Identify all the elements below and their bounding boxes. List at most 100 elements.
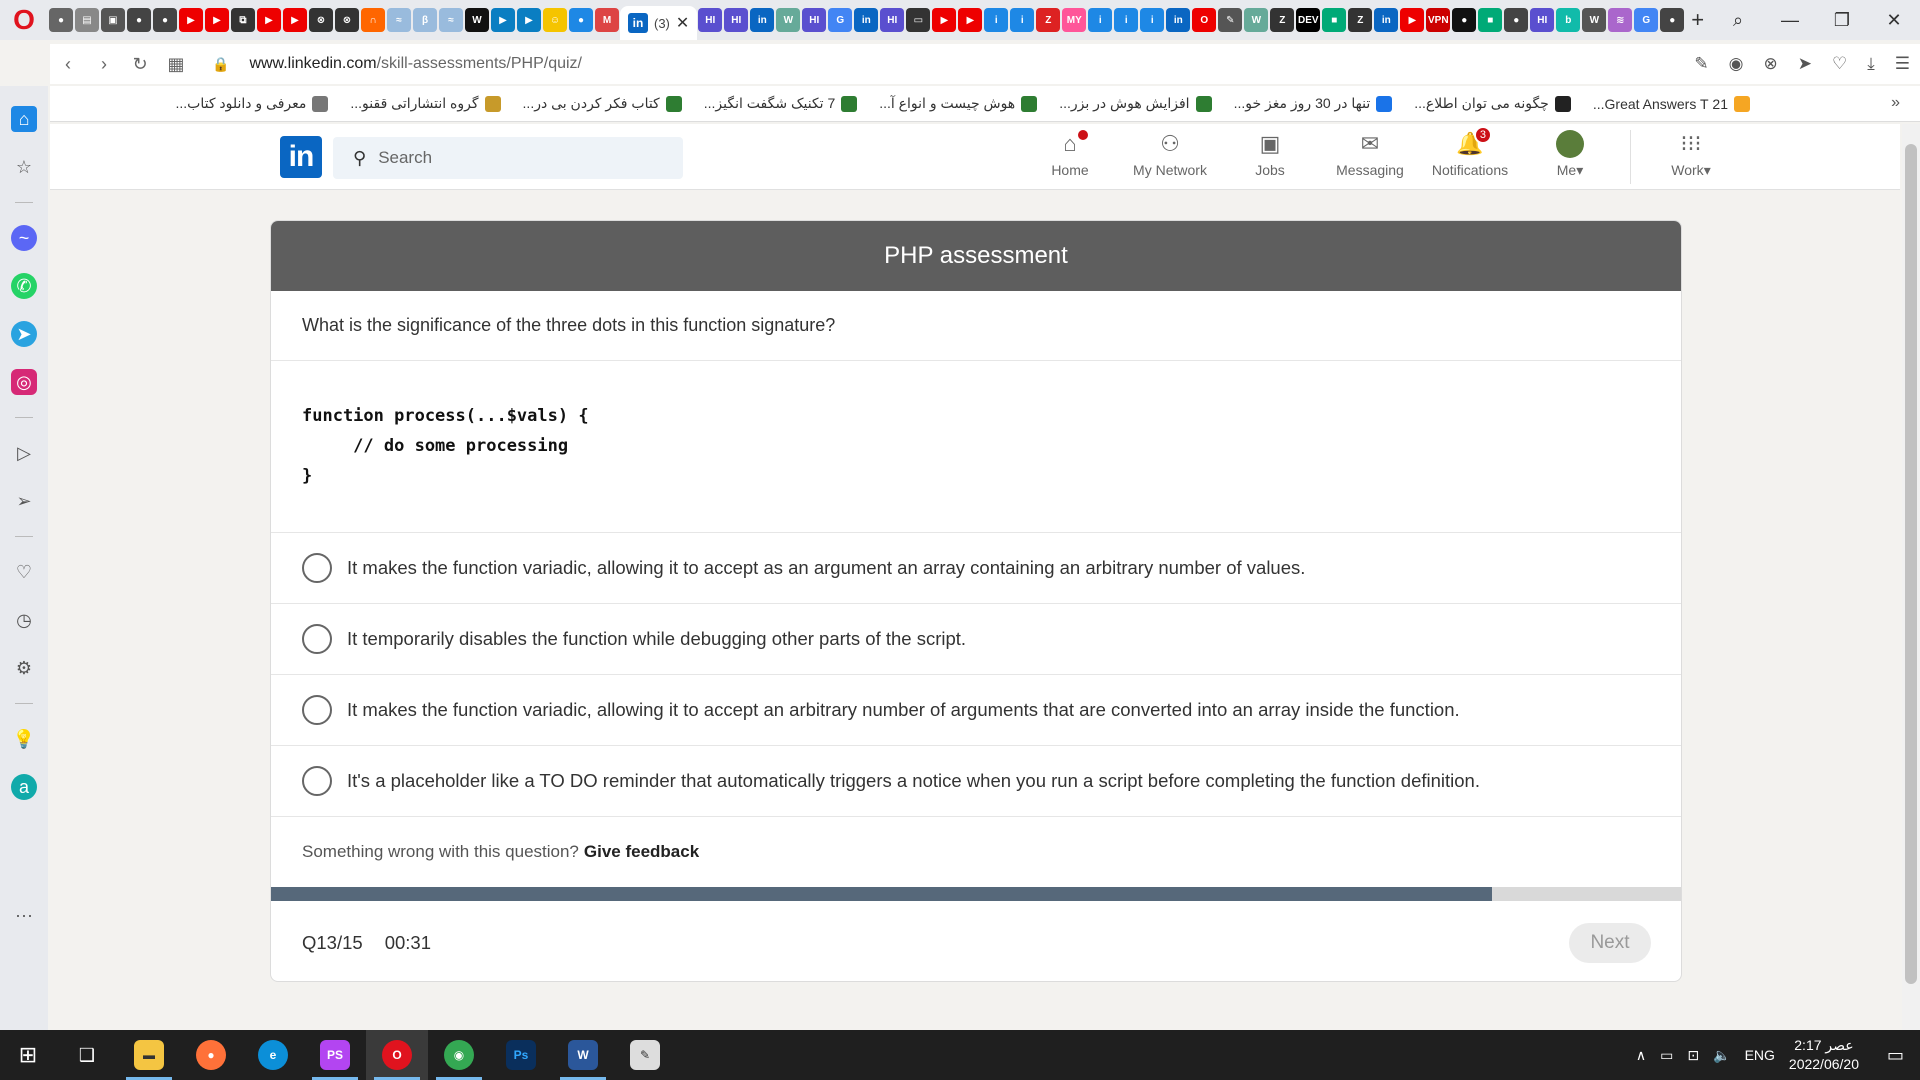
history-icon[interactable]: ◷ (11, 607, 37, 633)
tab-favicon[interactable]: ● (1660, 8, 1685, 32)
youtube-tab-icon[interactable]: ▶ (205, 8, 229, 32)
battery-icon[interactable]: ▭ (1660, 1047, 1673, 1064)
flow-send-icon[interactable]: ➢ (11, 488, 37, 514)
back-button[interactable]: ‹ (50, 54, 86, 75)
lightbulb-icon[interactable]: 💡 (11, 726, 37, 752)
tab-favicon[interactable]: ▣ (101, 8, 125, 32)
tab-favicon[interactable]: i (984, 8, 1009, 32)
phpstorm-icon[interactable]: PS (304, 1030, 366, 1080)
tab-favicon[interactable]: ⊗ (335, 8, 359, 32)
search-tabs-icon[interactable]: ⌕ (1712, 10, 1764, 31)
bookmark-item[interactable]: چگونه می توان اطلاع... (1414, 95, 1571, 112)
bookmark-item[interactable]: هوش چیست و انواع آ... (879, 95, 1038, 112)
tab-favicon[interactable]: VPN (1426, 8, 1451, 32)
answer-option[interactable]: It makes the function variadic, allowing… (271, 675, 1681, 746)
youtube-tab-icon[interactable]: ▶ (932, 8, 957, 32)
tab-favicon[interactable]: i (1010, 8, 1035, 32)
answer-option[interactable]: It makes the function variadic, allowing… (271, 533, 1681, 604)
url-field[interactable]: www.linkedin.com/skill-assessments/PHP/q… (249, 55, 582, 73)
heart-icon[interactable]: ♡ (1832, 54, 1847, 74)
tab-favicon[interactable]: ▤ (75, 8, 99, 32)
home-speed-dial-icon[interactable]: ⌂ (11, 106, 37, 132)
aria-icon[interactable]: a (11, 774, 37, 800)
google-tab-icon[interactable]: G (828, 8, 853, 32)
tab-favicon[interactable]: i (1140, 8, 1165, 32)
settings-gear-icon[interactable]: ⚙ (11, 655, 37, 681)
firefox-icon[interactable]: ● (180, 1030, 242, 1080)
tab-favicon[interactable]: i (1088, 8, 1113, 32)
file-explorer-icon[interactable]: ▬ (118, 1030, 180, 1080)
bookmark-star-icon[interactable]: ☆ (11, 154, 37, 180)
instagram-icon[interactable]: ◎ (11, 369, 37, 395)
bookmark-item[interactable]: گروه انتشاراتی ققنو... (350, 95, 501, 112)
tab-favicon[interactable]: ● (127, 8, 151, 32)
tab-favicon[interactable]: ▶ (491, 8, 515, 32)
tab-favicon[interactable]: ⧉ (231, 8, 255, 32)
give-feedback-link[interactable]: Give feedback (584, 842, 699, 862)
windows-start-icon[interactable]: ⊞ (0, 1030, 56, 1080)
gmail-tab-icon[interactable]: M (595, 8, 619, 32)
bookmark-item[interactable]: تنها در 30 روز مغز خو... (1234, 95, 1393, 112)
nav-messaging[interactable]: ✉ Messaging (1320, 130, 1420, 184)
restore-button[interactable]: ❐ (1816, 10, 1868, 31)
forward-button[interactable]: › (86, 54, 122, 75)
tab-favicon[interactable]: HI (880, 8, 905, 32)
tab-favicon[interactable]: Z (1270, 8, 1295, 32)
download-icon[interactable]: ⤓ (1867, 54, 1875, 74)
youtube-tab-icon[interactable]: ▶ (1400, 8, 1425, 32)
bookmark-item[interactable]: 21 Great Answers T... (1593, 95, 1750, 112)
tab-favicon[interactable]: ☺ (543, 8, 567, 32)
tab-favicon[interactable]: b (1556, 8, 1581, 32)
tab-favicon[interactable]: ≈ (439, 8, 463, 32)
tab-favicon[interactable]: ▶ (517, 8, 541, 32)
clock[interactable]: 2:17 عصر 2022/06/20 (1789, 1036, 1859, 1074)
chrome-icon[interactable]: ◉ (428, 1030, 490, 1080)
tab-favicon[interactable]: Z (1348, 8, 1373, 32)
bookmark-item[interactable]: افزایش هوش در بزر... (1059, 95, 1212, 112)
next-button[interactable]: Next (1569, 923, 1651, 963)
radio-button[interactable] (302, 624, 332, 654)
send-icon[interactable]: ➤ (1798, 54, 1812, 74)
bookmarks-overflow-icon[interactable]: » (1891, 94, 1900, 112)
chevron-up-icon[interactable]: ∧ (1636, 1047, 1646, 1064)
network-tray-icon[interactable]: ⊡ (1687, 1047, 1699, 1064)
answer-option[interactable]: It temporarily disables the function whi… (271, 604, 1681, 675)
tab-favicon[interactable]: HI (724, 8, 749, 32)
tab-favicon[interactable]: HI (802, 8, 827, 32)
tab-favicon[interactable]: ≈ (387, 8, 411, 32)
edit-icon[interactable]: ✎ (1694, 54, 1708, 74)
nav-jobs[interactable]: ▣ Jobs (1220, 130, 1320, 184)
more-options-icon[interactable]: ··· (11, 902, 37, 928)
tab-favicon[interactable]: ▭ (906, 8, 931, 32)
radio-button[interactable] (302, 766, 332, 796)
linkedin-tab-icon[interactable]: in (854, 8, 879, 32)
player-icon[interactable]: ▷ (11, 440, 37, 466)
close-window-button[interactable]: ✕ (1868, 10, 1920, 31)
bookmark-item[interactable]: معرفی و دانلود کتاب... (175, 95, 329, 112)
reload-button[interactable]: ↻ (122, 54, 158, 75)
tab-favicon[interactable]: ● (49, 8, 73, 32)
heart-icon[interactable]: ♡ (11, 559, 37, 585)
tab-favicon[interactable]: ✎ (1218, 8, 1243, 32)
tab-favicon[interactable]: DEV (1296, 8, 1321, 32)
nav-work[interactable]: ⁝⁝⁝ Work▾ (1641, 130, 1741, 184)
github-tab-icon[interactable]: ● (1452, 8, 1477, 32)
linkedin-tab-icon[interactable]: in (1166, 8, 1191, 32)
linkedin-logo[interactable]: in (280, 136, 322, 178)
camera-icon[interactable]: ◉ (1729, 54, 1744, 74)
telegram-icon[interactable]: ➤ (11, 321, 37, 347)
opera-menu-icon[interactable]: O (0, 0, 48, 40)
search-input[interactable]: ⚲ Search (333, 137, 683, 179)
close-tab-icon[interactable]: ✕ (676, 13, 689, 33)
tab-favicon[interactable]: ● (153, 8, 177, 32)
bookmark-item[interactable]: کتاب فکر کردن بی در... (523, 95, 682, 112)
youtube-tab-icon[interactable]: ▶ (283, 8, 307, 32)
opera-icon[interactable]: O (366, 1030, 428, 1080)
tab-favicon[interactable]: ● (1504, 8, 1529, 32)
nav-my-network[interactable]: ⚇ My Network (1120, 130, 1220, 184)
radio-button[interactable] (302, 695, 332, 725)
tab-favicon[interactable]: ● (569, 8, 593, 32)
word-icon[interactable]: W (552, 1030, 614, 1080)
page-scrollbar[interactable] (1902, 124, 1920, 1030)
input-language[interactable]: ENG (1745, 1047, 1775, 1063)
